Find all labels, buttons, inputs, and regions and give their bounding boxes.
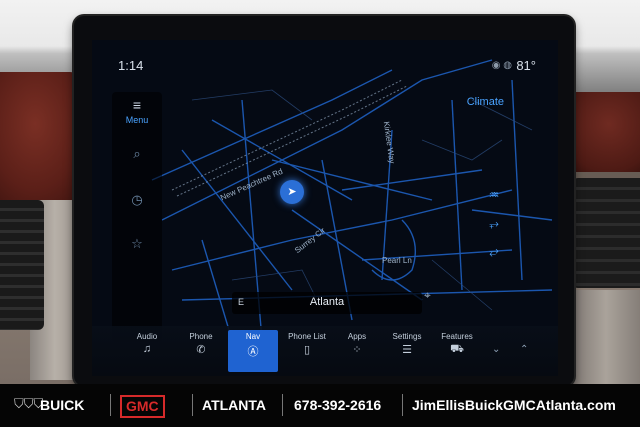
tab-nav[interactable]: Nav Ⓐ	[228, 330, 278, 372]
signal-status-icon: ◉ ◍	[491, 60, 512, 71]
seat-cool-icon[interactable]: ⥂	[482, 244, 506, 259]
phone-icon: ✆	[196, 344, 206, 356]
left-shortcut-panel: ≡ Menu ⌕ ◷ ☆	[112, 92, 162, 342]
search-icon[interactable]: ⌕	[112, 146, 162, 162]
dealer-banner: ⛉⛉⛉ BUICK GMC ATLANTA 678-392-2616 JimEl…	[0, 384, 640, 427]
current-location-bar: E Atlanta	[232, 292, 422, 314]
car-icon: ⛟	[450, 343, 464, 355]
phone-list-icon: ▯	[303, 344, 311, 356]
tab-audio[interactable]: Audio ♫	[122, 330, 172, 372]
climate-button[interactable]: Climate	[467, 96, 504, 108]
defrost-icon[interactable]: ♒	[482, 188, 506, 202]
recenter-icon[interactable]: ⌖	[424, 288, 431, 303]
clock-time: 1:14	[118, 58, 144, 73]
air-vent-right	[572, 178, 640, 288]
divider	[282, 394, 283, 416]
divider	[402, 394, 403, 416]
favorite-star-icon[interactable]: ☆	[112, 236, 162, 252]
sliders-icon: ☰	[402, 344, 412, 356]
buick-logo-icon: ⛉⛉⛉	[14, 396, 44, 411]
music-note-icon: ♫	[142, 343, 152, 355]
air-vent-left	[0, 200, 44, 330]
tab-phone-list[interactable]: Phone List ▯	[282, 330, 332, 372]
tab-phone-label: Phone	[189, 332, 213, 341]
infotainment-screen[interactable]: 1:14 ◉ ◍ 81° ≡ Menu ⌕ ◷ ☆ Climate ♒ ⥅ ⥂ …	[92, 40, 558, 376]
tab-settings[interactable]: Settings ☰	[382, 330, 432, 372]
nav-a-icon: Ⓐ	[247, 346, 259, 358]
recent-icon[interactable]: ◷	[112, 192, 162, 208]
tab-apps[interactable]: Apps ⁘	[332, 330, 382, 372]
chevron-down-icon[interactable]: ⌄	[492, 344, 500, 355]
brand-buick: BUICK	[40, 397, 85, 413]
tab-phone-list-label: Phone List	[288, 332, 326, 341]
brand-gmc: GMC	[120, 395, 165, 418]
tab-features-label: Features	[441, 332, 473, 341]
dealer-website: JimEllisBuickGMCAtlanta.com	[412, 397, 616, 413]
tab-apps-label: Apps	[347, 332, 367, 341]
tab-features[interactable]: Features ⛟	[432, 330, 482, 372]
chevron-up-icon[interactable]: ⌃	[520, 344, 528, 355]
tab-phone[interactable]: Phone ✆	[176, 330, 226, 372]
menu-label: Menu	[125, 115, 149, 125]
wood-trim-right	[572, 290, 640, 384]
current-city: Atlanta	[309, 296, 345, 308]
dealer-phone: 678-392-2616	[294, 397, 382, 413]
divider	[192, 394, 193, 416]
apps-grid-icon: ⁘	[352, 344, 362, 356]
tab-settings-label: Settings	[392, 332, 422, 341]
tab-audio-label: Audio	[136, 332, 158, 341]
outside-temperature: 81°	[516, 58, 536, 73]
seat-heat-icon[interactable]: ⥅	[482, 216, 506, 231]
divider	[110, 394, 111, 416]
menu-button[interactable]: ≡ Menu	[112, 98, 162, 125]
dealer-city: ATLANTA	[202, 397, 267, 413]
tab-nav-label: Nav	[245, 332, 261, 341]
bottom-app-bar: Audio ♫ Phone ✆ Nav Ⓐ Phone List ▯ Apps …	[92, 326, 558, 376]
vehicle-position-arrow-icon: ➤	[280, 180, 304, 204]
hamburger-icon: ≡	[132, 97, 142, 113]
street-label: Pearl Ln	[382, 256, 412, 265]
